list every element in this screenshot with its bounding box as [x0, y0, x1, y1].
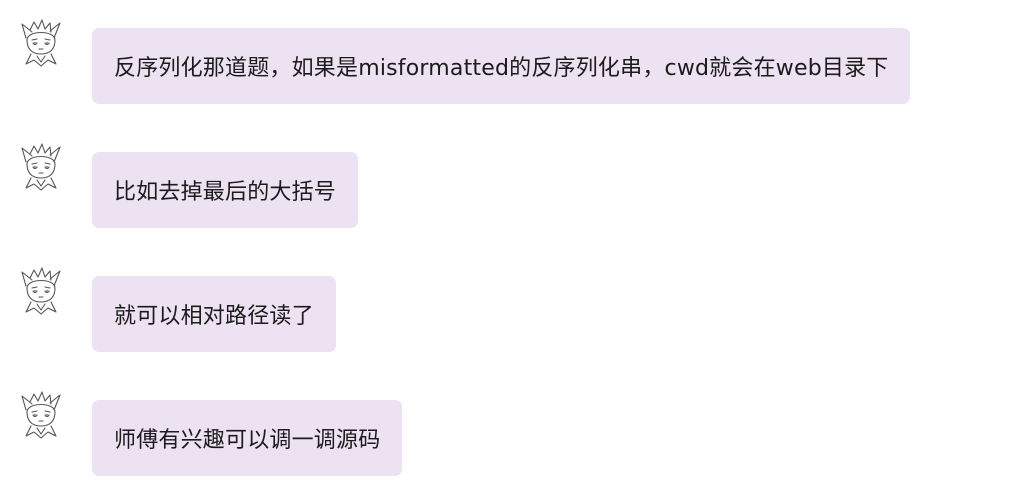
message-bubble[interactable]: 反序列化那道题，如果是misformatted的反序列化串，cwd就会在web目…	[92, 28, 911, 104]
message-text: 比如去掉最后的大括号	[114, 180, 337, 205]
message-bubble[interactable]: 比如去掉最后的大括号	[92, 152, 359, 228]
avatar-icon[interactable]	[18, 18, 64, 70]
avatar-icon[interactable]	[18, 266, 64, 318]
avatar-icon[interactable]	[18, 390, 64, 442]
avatar-icon[interactable]	[18, 142, 64, 194]
message-text: 师傅有兴趣可以调一调源码	[114, 428, 381, 453]
message-text: 反序列化那道题，如果是misformatted的反序列化串，cwd就会在web目…	[114, 56, 889, 81]
message-text: 就可以相对路径读了	[114, 304, 314, 329]
message-bubble[interactable]: 师傅有兴趣可以调一调源码	[92, 400, 403, 476]
chat-message-list: 反序列化那道题，如果是misformatted的反序列化串，cwd就会在web目…	[0, 0, 1034, 500]
message-bubble[interactable]: 就可以相对路径读了	[92, 276, 336, 352]
